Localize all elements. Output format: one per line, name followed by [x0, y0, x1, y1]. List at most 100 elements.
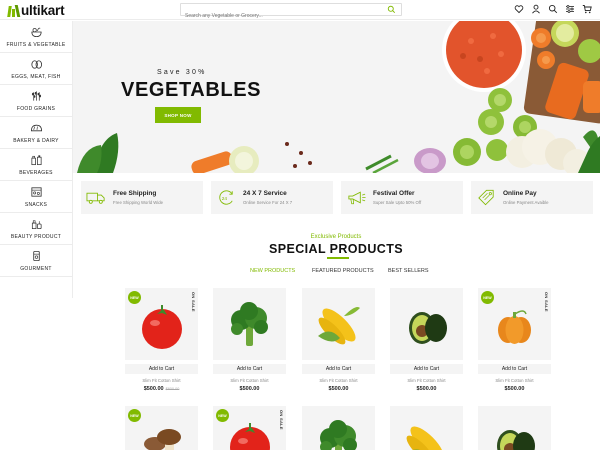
- bakery-dairy-icon: [30, 124, 42, 131]
- shop-now-button[interactable]: SHOP NOW: [155, 107, 201, 123]
- tomato-image: [142, 305, 182, 349]
- eggs-meat-fish-icon: [30, 59, 42, 69]
- banner-title: VEGETABLES: [121, 79, 262, 101]
- price-current: $500.00: [143, 386, 164, 392]
- search-box: [180, 3, 402, 22]
- add-to-cart-button[interactable]: Add to Cart: [125, 364, 198, 374]
- service-desc: Free Shipping World Wide: [113, 200, 164, 205]
- add-to-cart-button[interactable]: Add to Cart: [302, 364, 375, 374]
- product-name[interactable]: Slim Fit Cotton Shirt: [302, 378, 375, 383]
- heart-icon[interactable]: [514, 4, 524, 14]
- service-24x7: 24 24 X 7 Service Online Service For 24 …: [211, 181, 333, 214]
- hero-banner: Save 30% VEGETABLES SHOP NOW: [73, 21, 600, 173]
- add-to-cart-button[interactable]: Add to Cart: [213, 364, 286, 374]
- on-sale-tag: ON SALE: [279, 410, 284, 430]
- search-icon[interactable]: [387, 5, 396, 14]
- sidebar-item-label: EGGS, MEAT, FISH: [11, 73, 61, 80]
- megaphone-icon: [348, 191, 366, 205]
- sidebar-item-fruits-vegetable[interactable]: FRUITS & VEGETABLE: [0, 21, 72, 53]
- tab-featured-products[interactable]: FEATURED PRODUCTS: [312, 268, 374, 274]
- broccoli-image: [320, 420, 357, 450]
- sidebar-item-bakery-dairy[interactable]: BAKERY & DAIRY: [0, 117, 72, 149]
- logo[interactable]: ultikart: [7, 2, 65, 18]
- product-name[interactable]: Slim Fit Cotton Shirt: [125, 378, 198, 383]
- pumpkin-image: [498, 310, 531, 344]
- product-price: $500.00 $600.00: [125, 386, 198, 392]
- search-icon[interactable]: [548, 4, 558, 14]
- sidebar-item-eggs-meat-fish[interactable]: EGGS, MEAT, FISH: [0, 53, 72, 85]
- product-card[interactable]: NEW ON SALE: [478, 288, 551, 360]
- product-name[interactable]: Slim Fit Cotton Shirt: [390, 378, 463, 383]
- product-price: $500.00: [416, 386, 437, 392]
- search-input[interactable]: [181, 10, 371, 22]
- product-price: $500.00: [504, 386, 525, 392]
- service-desc: Online Service For 24 X 7: [243, 200, 293, 205]
- sidebar-item-label: FRUITS & VEGETABLE: [6, 41, 66, 48]
- product-card[interactable]: [302, 288, 375, 360]
- sidebar-item-label: SNACKS: [24, 201, 48, 208]
- product-name[interactable]: Slim Fit Cotton Shirt: [213, 378, 286, 383]
- service-festival-offer: Festival Offer Super Sale Upto 50% Off: [341, 181, 463, 214]
- service-title: Online Pay: [503, 190, 537, 197]
- service-desc: Online Payment Avaible: [503, 200, 549, 205]
- logo-text: ultikart: [21, 2, 65, 18]
- broccoli-image: [231, 302, 268, 346]
- logo-mark-icon: [7, 4, 21, 17]
- svg-text:24: 24: [222, 196, 228, 202]
- beauty-product-icon: [31, 219, 42, 229]
- corn-image: [318, 307, 360, 345]
- product-card[interactable]: [478, 406, 551, 450]
- product-card[interactable]: [390, 406, 463, 450]
- service-title: Festival Offer: [373, 190, 415, 197]
- sidebar-item-beverages[interactable]: BEVERAGES: [0, 149, 72, 181]
- product-card[interactable]: NEW ON SALE: [213, 406, 286, 450]
- mushroom-image: [144, 429, 181, 450]
- add-to-cart-button[interactable]: Add to Cart: [390, 364, 463, 374]
- product-tabs: NEW PRODUCTS FEATURED PRODUCTS BEST SELL…: [0, 268, 600, 276]
- sidebar-item-label: BEVERAGES: [19, 169, 53, 176]
- add-to-cart-button[interactable]: Add to Cart: [478, 364, 551, 374]
- product-price: $500.00: [328, 386, 349, 392]
- sidebar-item-food-grains[interactable]: FOOD GRAINS: [0, 85, 72, 117]
- service-title: 24 X 7 Service: [243, 190, 287, 197]
- services-row: Free Shipping Free Shipping World Wide 2…: [81, 181, 593, 214]
- food-grains-icon: [31, 90, 41, 101]
- tomato-image: [230, 423, 270, 450]
- payment-tag-icon: [478, 189, 494, 206]
- clock-24-icon: 24: [219, 190, 233, 205]
- sidebar-item-beauty-product[interactable]: BEAUTY PRODUCT: [0, 213, 72, 245]
- corn-image: [406, 426, 444, 450]
- service-title: Free Shipping: [113, 190, 157, 197]
- service-online-pay: Online Pay Online Payment Avaible: [471, 181, 593, 214]
- header: ultikart: [0, 0, 600, 22]
- product-card[interactable]: [213, 288, 286, 360]
- snacks-icon: [30, 186, 42, 197]
- service-desc: Super Sale Upto 50% Off: [373, 200, 422, 205]
- product-card[interactable]: [390, 288, 463, 360]
- header-icons: [514, 4, 592, 14]
- sidebar-item-label: FOOD GRAINS: [16, 105, 56, 112]
- truck-icon: [86, 192, 105, 204]
- settings-icon[interactable]: [565, 4, 575, 14]
- product-name[interactable]: Slim Fit Cotton Shirt: [478, 378, 551, 383]
- tab-best-sellers[interactable]: BEST SELLERS: [388, 268, 429, 274]
- section-title: SPECIAL PRODUCTS: [269, 242, 403, 256]
- banner-subtitle: Save 30%: [157, 69, 207, 76]
- section-divider: [327, 257, 349, 259]
- fruits-vegetable-icon: [30, 27, 42, 37]
- sidebar-item-snacks[interactable]: SNACKS: [0, 181, 72, 213]
- product-card[interactable]: NEW ON SALE: [125, 288, 198, 360]
- product-card[interactable]: [302, 406, 375, 450]
- section-eyebrow: Exclusive Products: [310, 234, 362, 240]
- avocado-image: [409, 312, 447, 344]
- user-icon[interactable]: [531, 4, 541, 14]
- service-free-shipping: Free Shipping Free Shipping World Wide: [81, 181, 203, 214]
- on-sale-tag: ON SALE: [191, 292, 196, 312]
- on-sale-tag: ON SALE: [544, 292, 549, 312]
- avocado-image: [497, 430, 535, 450]
- cart-icon[interactable]: [582, 4, 592, 14]
- product-card[interactable]: NEW: [125, 406, 198, 450]
- sidebar-item-label: BAKERY & DAIRY: [13, 137, 59, 144]
- product-price: $500.00: [239, 386, 260, 392]
- tab-new-products[interactable]: NEW PRODUCTS: [250, 268, 295, 274]
